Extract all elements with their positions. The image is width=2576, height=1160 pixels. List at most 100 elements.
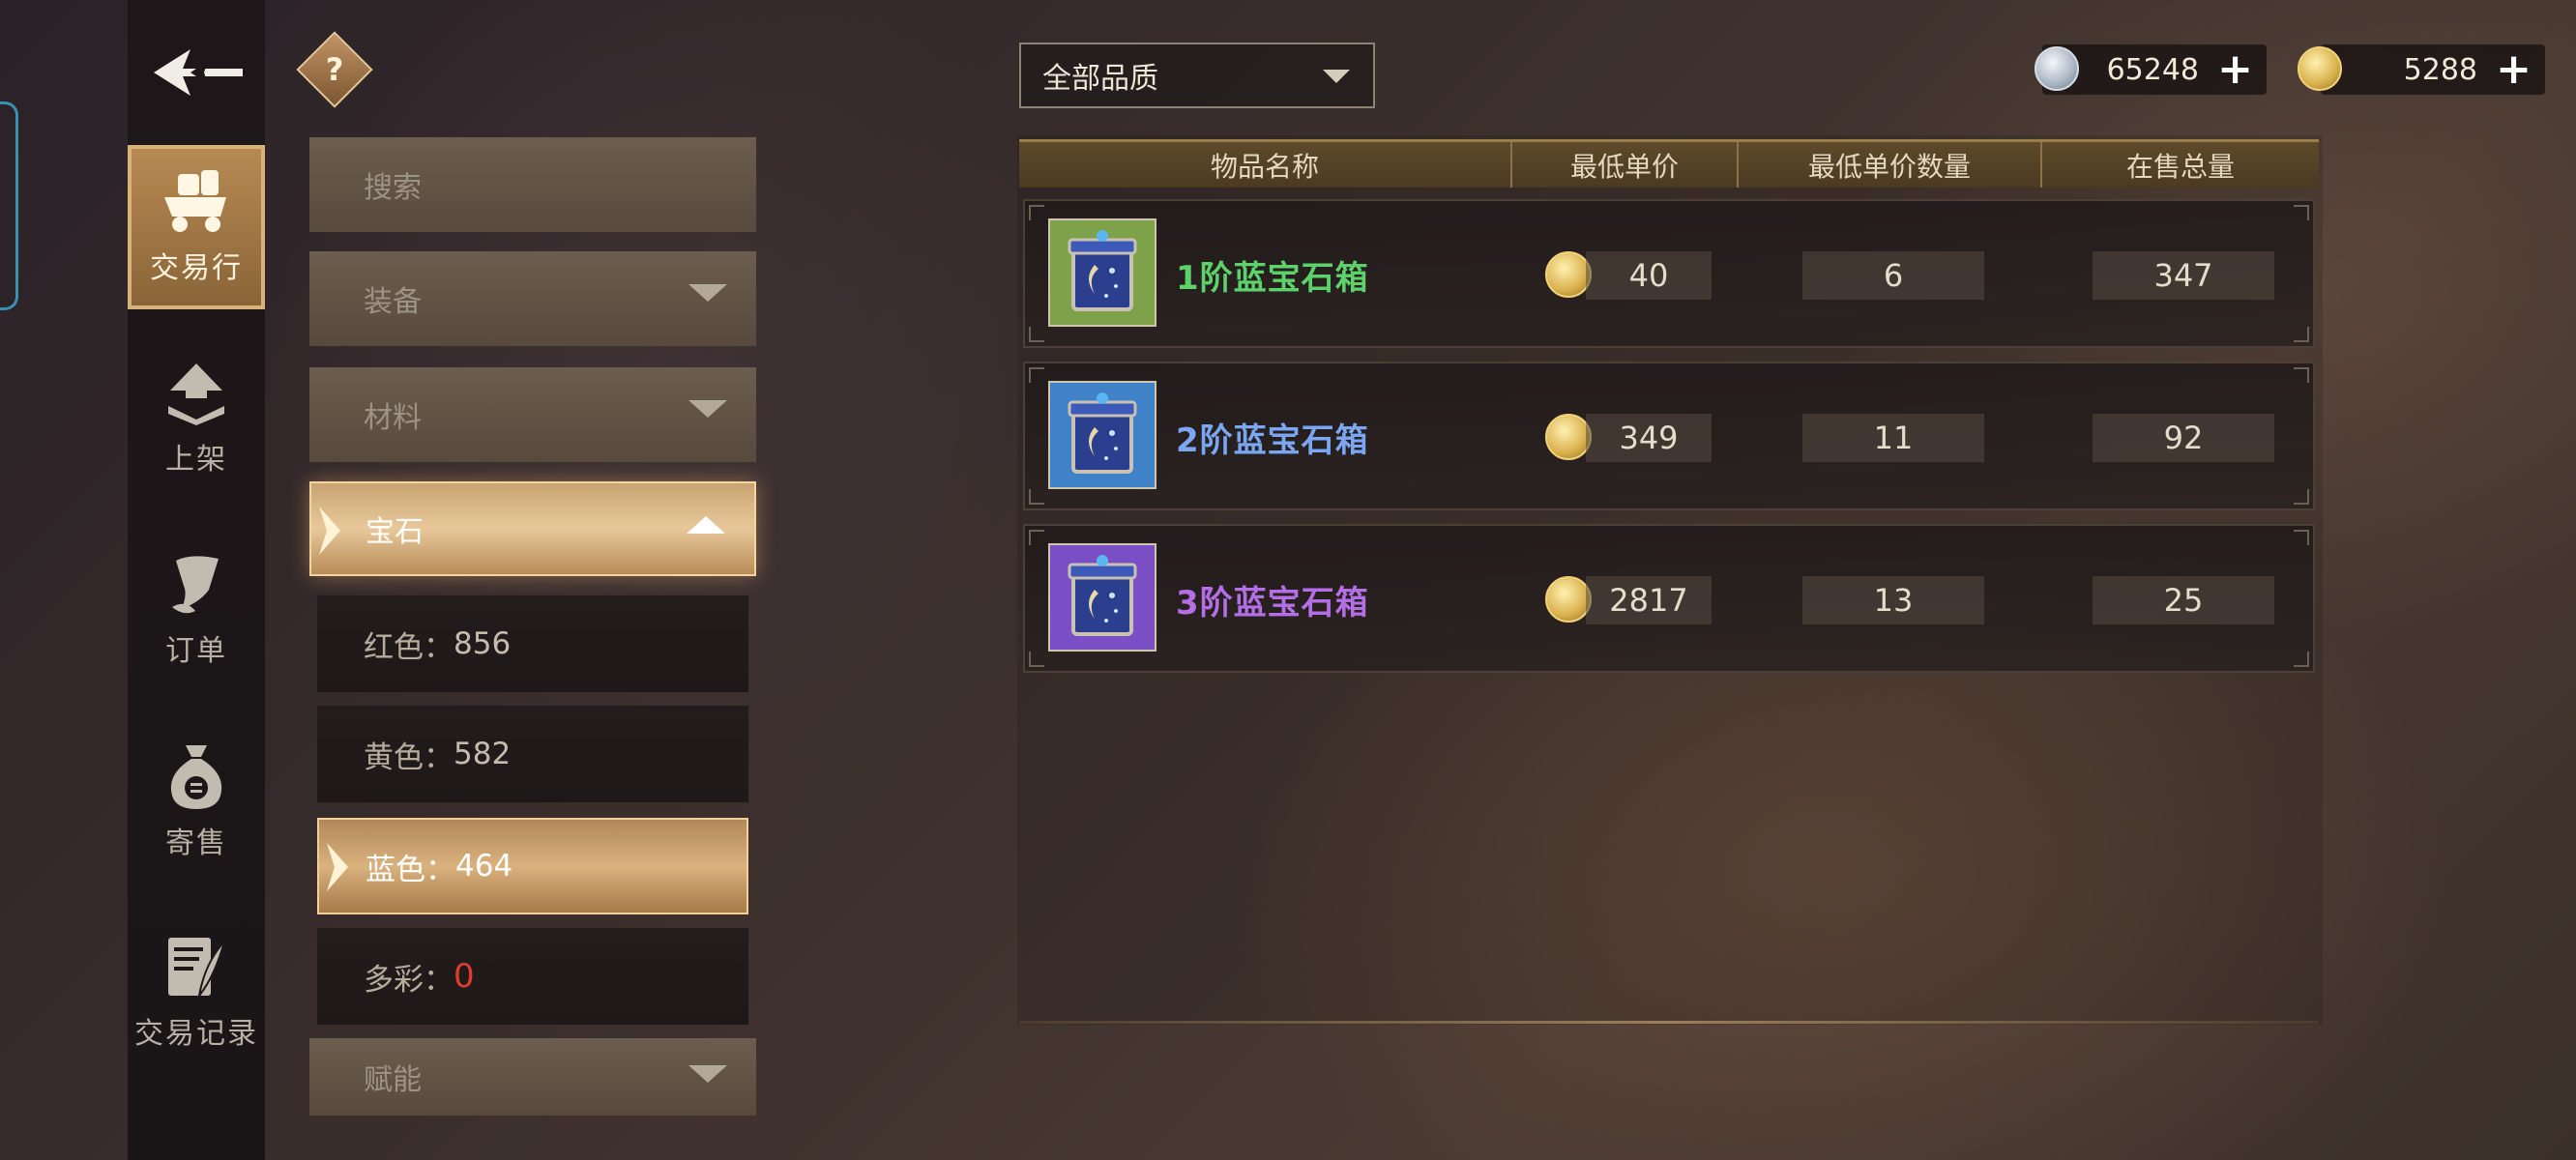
gold-currency: 5288 +: [2321, 44, 2545, 95]
min-price: 40: [1586, 251, 1712, 300]
chevron-down-icon: [688, 400, 727, 418]
selected-arrow-icon: [319, 507, 340, 555]
chevron-down-icon: [688, 284, 727, 302]
row-corner-decoration: [2294, 652, 2309, 667]
category-gem[interactable]: 宝石: [309, 481, 756, 576]
row-corner-decoration: [1029, 205, 1044, 220]
row-corner-decoration: [2294, 489, 2309, 505]
nav-item-orders[interactable]: 订单: [128, 528, 265, 692]
category-label: 装备: [364, 285, 422, 319]
gem-box-icon: [1068, 230, 1137, 311]
gem-sub-multicolor[interactable]: 多彩： 0: [317, 928, 748, 1025]
add-silver-button[interactable]: +: [2217, 48, 2253, 91]
gold-coin-icon: [2298, 46, 2342, 91]
header-min-price: 最低单价: [1512, 142, 1739, 188]
row-corner-decoration: [2294, 367, 2309, 383]
gem-sub-yellow[interactable]: 黄色： 582: [317, 706, 748, 802]
sub-count: 582: [454, 737, 512, 771]
help-icon: ?: [325, 51, 344, 88]
nav-item-label: 交易行: [150, 251, 243, 285]
category-label: 宝石: [366, 515, 424, 549]
gem-sub-red[interactable]: 红色： 856: [317, 595, 748, 692]
money-bag-icon: [170, 745, 222, 809]
row-corner-decoration: [1029, 327, 1044, 342]
nav-item-label: 上架: [165, 443, 227, 477]
sub-label: 红色：: [364, 629, 454, 665]
edge-glow-decoration: [0, 102, 18, 310]
total-on-sale: 92: [2093, 414, 2274, 462]
selected-arrow-icon: [327, 843, 348, 891]
table-row[interactable]: 3阶蓝宝石箱 2817 13 25: [1023, 524, 2315, 673]
total-on-sale: 347: [2093, 251, 2274, 300]
row-corner-decoration: [1029, 367, 1044, 383]
back-button[interactable]: [145, 39, 251, 106]
item-icon: [1048, 218, 1156, 327]
min-price-qty: 11: [1802, 414, 1984, 462]
quill-record-icon: [168, 938, 225, 997]
sub-label: 蓝色：: [366, 852, 455, 887]
gem-box-icon: [1068, 392, 1137, 474]
table-bottom-divider: [1019, 1021, 2319, 1024]
nav-item-label: 订单: [165, 634, 227, 668]
table-row[interactable]: 2阶蓝宝石箱 349 11 92: [1023, 362, 2315, 510]
item-icon: [1048, 543, 1156, 652]
total-on-sale: 25: [2093, 576, 2274, 624]
gold-amount: 5288: [2403, 52, 2477, 87]
sub-label: 黄色：: [364, 740, 454, 775]
row-corner-decoration: [2294, 530, 2309, 545]
sub-count: 464: [455, 849, 513, 884]
search-input[interactable]: 搜索: [309, 137, 756, 232]
sub-label: 多彩：: [364, 962, 454, 998]
help-button[interactable]: ?: [296, 31, 373, 108]
nav-item-label: 交易记录: [134, 1017, 258, 1051]
back-arrow-icon: [154, 49, 243, 96]
min-price-qty: 13: [1802, 576, 1984, 624]
category-label: 赋能: [364, 1063, 422, 1097]
item-name: 3阶蓝宝石箱: [1176, 584, 1369, 623]
nav-item-list[interactable]: 上架: [128, 336, 265, 501]
nav-item-label: 寄售: [165, 826, 227, 860]
min-price-qty: 6: [1802, 251, 1984, 300]
row-corner-decoration: [2294, 205, 2309, 220]
quality-filter-dropdown[interactable]: 全部品质: [1019, 43, 1375, 108]
header-total-on-sale: 在售总量: [2125, 150, 2235, 183]
item-name: 2阶蓝宝石箱: [1176, 421, 1369, 460]
search-placeholder: 搜索: [364, 171, 422, 205]
silver-coin-icon: [2034, 46, 2079, 91]
quality-selected: 全部品质: [1042, 62, 1158, 96]
silver-amount: 65248: [2106, 52, 2199, 87]
header-min-price-qty: 最低单价数量: [1739, 142, 2042, 188]
category-talent[interactable]: 赋能: [309, 1038, 756, 1116]
category-label: 材料: [364, 401, 422, 435]
gold-coin-icon: [1545, 414, 1592, 460]
row-corner-decoration: [1029, 489, 1044, 505]
header-item-name: 物品名称: [1019, 142, 1512, 188]
gold-coin-icon: [1545, 251, 1592, 298]
row-corner-decoration: [1029, 652, 1044, 667]
gem-box-icon: [1068, 555, 1137, 636]
min-price: 349: [1586, 414, 1712, 462]
chevron-down-icon: [688, 1065, 727, 1083]
min-price: 2817: [1586, 576, 1712, 624]
gem-sub-blue[interactable]: 蓝色： 464: [317, 818, 748, 914]
upload-arrow-icon: [168, 363, 224, 425]
sub-count: 856: [454, 626, 512, 661]
chevron-up-icon: [687, 516, 725, 534]
table-row[interactable]: 1阶蓝宝石箱 40 6 347: [1023, 199, 2315, 348]
gold-coin-icon: [1545, 576, 1592, 623]
add-gold-button[interactable]: +: [2496, 48, 2532, 91]
item-name: 1阶蓝宝石箱: [1176, 259, 1369, 298]
table-header: 物品名称 最低单价 最低单价数量 在售总量: [1019, 139, 2319, 188]
nav-item-consign[interactable]: 寄售: [128, 719, 265, 884]
scroll-icon: [172, 556, 219, 614]
category-equipment[interactable]: 装备: [309, 251, 756, 346]
chevron-down-icon: [1323, 70, 1350, 83]
sub-count: 0: [454, 957, 475, 996]
row-corner-decoration: [1029, 530, 1044, 545]
nav-item-history[interactable]: 交易记录: [128, 911, 265, 1075]
row-corner-decoration: [2294, 327, 2309, 342]
nav-item-trading[interactable]: 交易行: [128, 145, 265, 309]
item-icon: [1048, 381, 1156, 489]
category-material[interactable]: 材料: [309, 367, 756, 462]
handcart-icon: [164, 170, 226, 232]
